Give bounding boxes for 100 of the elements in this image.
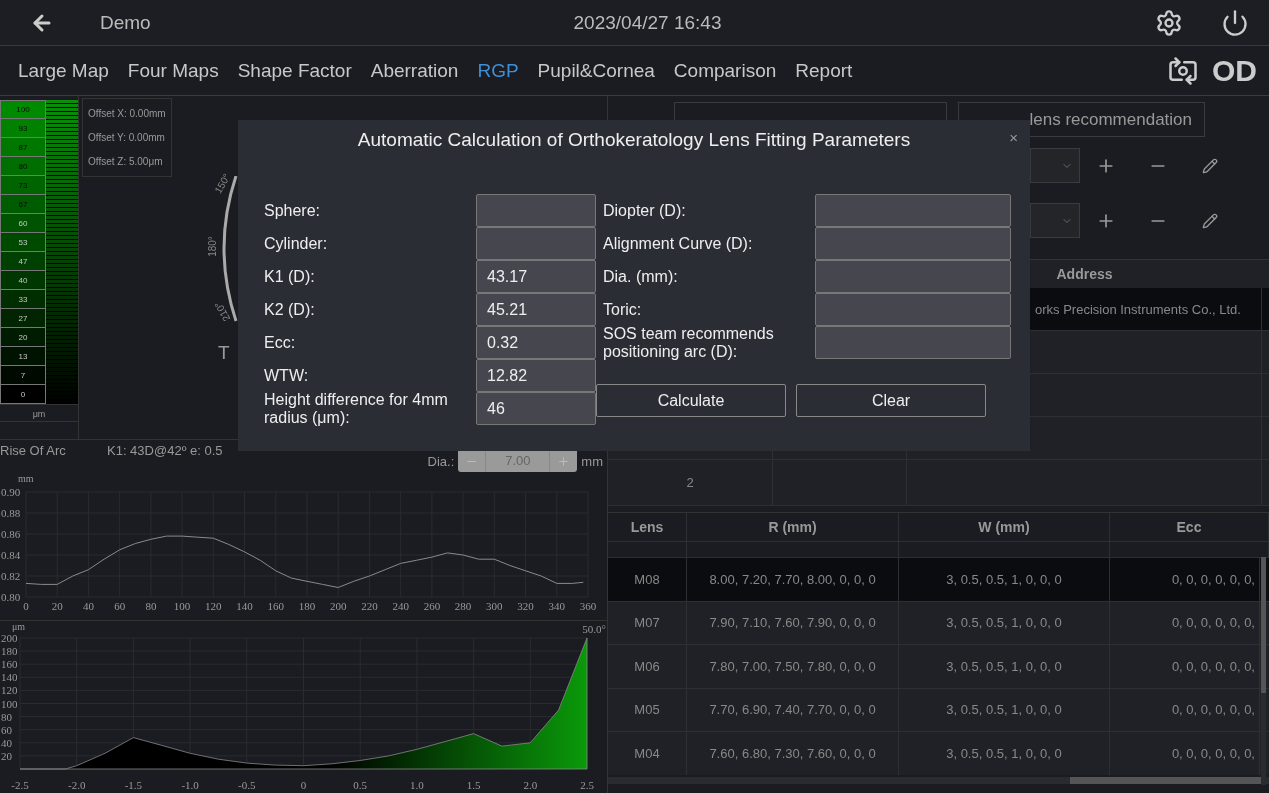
y-tick-label: 200 (1, 632, 18, 644)
x-tick-label: 80 (145, 600, 157, 612)
column-header: Lens (630, 518, 664, 537)
x-tick-label: -2.5 (11, 779, 29, 791)
column-header: R (mm) (768, 518, 817, 537)
offset-text: Offset Y: 0.00mm (88, 132, 166, 143)
eye-label: OD (1212, 53, 1257, 88)
x-tick-label: 320 (517, 600, 534, 612)
table-row[interactable]: M08 8.00, 7.20, 7.70, 8.00, 0, 0, 0 3, 0.5, 0.5, 1, 0, 0, 0 0, 0, 0, 0, 0, 0, (608, 557, 1269, 601)
input-field[interactable]: 46 (476, 392, 596, 425)
input-field[interactable]: 45.21 (476, 293, 596, 326)
nav-tab[interactable]: RGP (477, 59, 519, 82)
x-tick-label: 280 (454, 600, 472, 612)
x-tick-label: 140 (236, 600, 253, 612)
x-tick-label: -0.5 (238, 779, 256, 791)
y-tick-label: 0.90 (1, 486, 21, 498)
input-field[interactable]: 0.32 (476, 326, 596, 359)
x-tick-label: 120 (205, 600, 222, 612)
table-cell: 0, 0, 0, 0, 0, 0, (1171, 745, 1255, 761)
x-tick-label: 20 (51, 600, 63, 612)
table-cell: M07 (634, 615, 660, 631)
x-tick-label: 300 (486, 600, 503, 612)
nav-tab[interactable]: Shape Factor (237, 59, 352, 82)
dia-label: Dia.: (427, 453, 455, 469)
patient-name: Demo (100, 11, 152, 34)
table-cell: M05 (634, 702, 660, 718)
input-field[interactable]: 43.17 (476, 260, 596, 293)
table-cell: 0, 0, 0, 0, 0, 0, (1171, 702, 1255, 718)
field-label: Toric: (603, 300, 643, 319)
field-label: Ecc: (264, 333, 297, 352)
chart-title: Rise Of Arc (0, 443, 67, 458)
y-tick-label: 120 (1, 684, 18, 697)
table-row[interactable]: M05 7.70, 6.90, 7.40, 7.70, 0, 0, 0 3, 0.5, 0.5, 1, 0, 0, 0 0, 0, 0, 0, 0, 0, (608, 687, 1269, 731)
angle-label: 210° (212, 299, 233, 324)
offset-text: Offset X: 0.00mm (88, 107, 166, 119)
x-tick-label: 340 (548, 600, 566, 612)
y-tick-label: 40 (1, 736, 12, 749)
field-label: SOS team recommends positioning arc (D): (603, 324, 775, 361)
y-tick-label: 0.84 (1, 549, 21, 561)
scale-cell: 27 (0, 309, 46, 328)
clear-button[interactable]: Clear (796, 384, 986, 417)
nav-tab[interactable]: Pupil&Cornea (537, 59, 655, 82)
scale-cell: 0 (0, 385, 46, 404)
scale-cell: 53 (0, 233, 46, 252)
field-label: Cylinder: (264, 234, 329, 253)
date-time: 2023/04/27 16:43 (572, 11, 723, 34)
column-header: W (mm) (978, 518, 1030, 537)
table-cell: orks Precision Instruments Co., Ltd. (1035, 301, 1241, 317)
nav-tab[interactable]: Aberration (370, 59, 459, 82)
scale-cell: 47 (0, 252, 46, 271)
table-cell: M04 (634, 745, 660, 761)
table-cell: 7.90, 7.10, 7.60, 7.90, 0, 0, 0 (709, 615, 876, 631)
table-cell: 0, 0, 0, 0, 0, 0, (1171, 571, 1255, 587)
x-tick-label: 360 (579, 600, 597, 612)
table-cell: 8.00, 7.20, 7.70, 8.00, 0, 0, 0 (709, 571, 876, 587)
y-tick-label: 140 (1, 671, 18, 684)
field-label: K2 (D): (264, 300, 316, 319)
scale-cell: 87 (0, 138, 46, 157)
x-tick-label: 160 (267, 600, 285, 612)
nav-tab[interactable]: Four Maps (127, 59, 219, 82)
scale-cell: 20 (0, 328, 46, 347)
scale-cell: 40 (0, 271, 46, 290)
field-label: Diopter (D): (603, 201, 687, 220)
y-tick-label: 80 (1, 710, 12, 723)
table-row[interactable]: 2 (608, 460, 1269, 506)
scale-cell: 60 (0, 214, 46, 233)
table-row[interactable]: M04 7.60, 6.80, 7.30, 7.60, 0, 0, 0 3, 0.5, 0.5, 1, 0, 0, 0 0, 0, 0, 0, 0, 0, (608, 731, 1269, 775)
field-label: Height difference for 4mm radius (μm): (264, 390, 449, 427)
scale-cell: 13 (0, 347, 46, 366)
angle-label: 180° (206, 236, 218, 257)
scale-cell: 100 (0, 100, 46, 119)
calculate-button[interactable]: Calculate (596, 384, 786, 417)
scale-cell: 80 (0, 157, 46, 176)
x-tick-label: 2.0 (523, 779, 538, 791)
table-cell: 7.60, 6.80, 7.30, 7.60, 0, 0, 0 (709, 745, 876, 761)
x-tick-label: -1.5 (124, 779, 143, 791)
x-tick-label: 260 (423, 600, 441, 612)
table-cell: 0, 0, 0, 0, 0, 0, (1171, 615, 1255, 631)
y-tick-label: 0.86 (1, 528, 21, 540)
table-row[interactable]: M07 7.90, 7.10, 7.60, 7.90, 0, 0, 0 3, 0.5, 0.5, 1, 0, 0, 0 0, 0, 0, 0, 0, 0, (608, 600, 1269, 644)
input-field[interactable]: 12.82 (476, 359, 596, 392)
axis-unit: μm (12, 621, 26, 632)
x-tick-label: 100 (173, 600, 191, 612)
column-header: Address (1055, 265, 1114, 284)
field-label: WTW: (264, 366, 310, 385)
table-cell: 3, 0.5, 0.5, 1, 0, 0, 0 (946, 615, 1062, 631)
nav-tab[interactable]: Comparison (673, 59, 777, 82)
x-tick-label: 40 (82, 600, 94, 612)
x-tick-label: -1.0 (181, 779, 199, 791)
scale-cell: 67 (0, 195, 46, 214)
nav-tab[interactable]: Large Map (18, 59, 109, 82)
x-tick-label: -2.0 (68, 779, 86, 791)
table-cell: 0, 0, 0, 0, 0, 0, (1171, 658, 1255, 674)
x-tick-label: 200 (329, 600, 347, 612)
k1-reading: K1: 43D@42º e: 0.5 (107, 443, 224, 458)
nav-tab[interactable]: Report (795, 59, 853, 82)
x-tick-label: 240 (392, 600, 409, 612)
dia-unit: mm (581, 453, 603, 469)
table-row[interactable]: M06 7.80, 7.00, 7.50, 7.80, 0, 0, 0 3, 0.5, 0.5, 1, 0, 0, 0 0, 0, 0, 0, 0, 0, (608, 644, 1269, 688)
angle-label: 50.0° (582, 623, 606, 635)
